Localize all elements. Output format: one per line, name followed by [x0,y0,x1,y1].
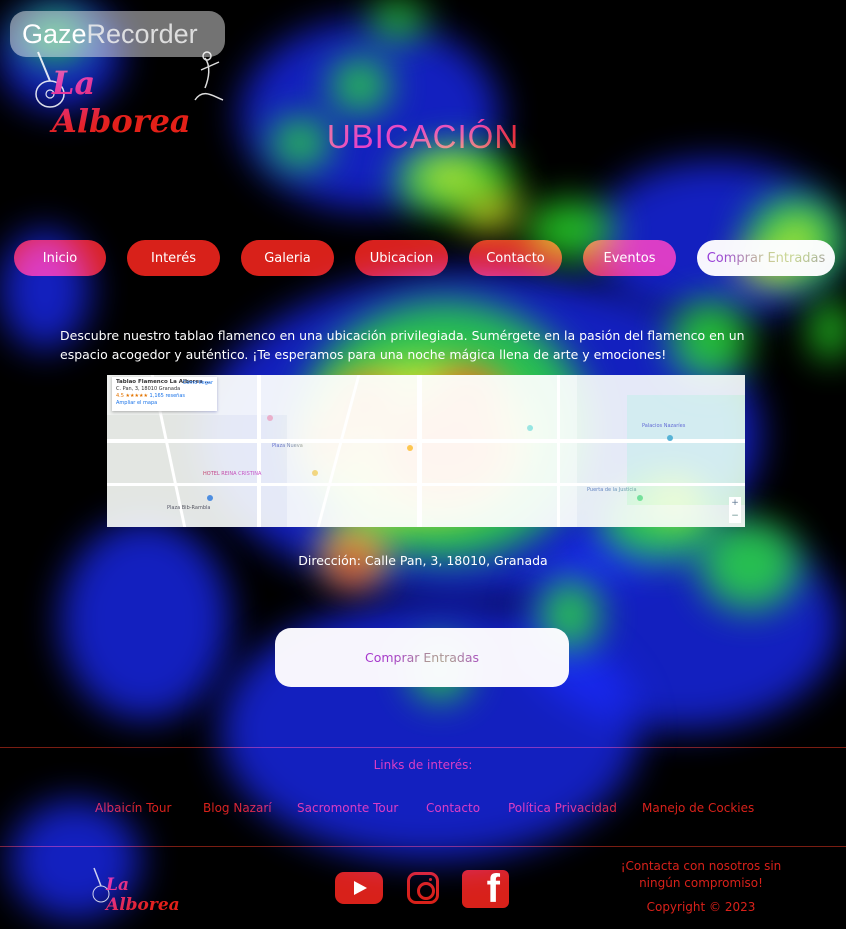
address-label: Dirección: [298,553,361,568]
buy-tickets-button[interactable]: Comprar Entradas [275,628,569,687]
footer-link-manejo-cookies[interactable]: Manejo de Cockies [642,801,754,815]
footer-link-albaicin-tour[interactable]: Albaicín Tour [95,801,171,815]
page-title: UBICACIÓN [326,118,520,155]
map-label: HOTEL REINA CRISTINA [203,471,262,477]
map-place-card: Tablao Flamenco La Alborea ... Cómo lleg… [112,377,217,411]
nav-galeria-button[interactable]: Galeria [241,240,334,276]
map-card-rating: 4.5 ★★★★★ [116,393,148,399]
map-pin [407,445,413,451]
map-zoom-control[interactable]: + − [729,497,741,523]
footer-link-sacromonte-tour[interactable]: Sacromonte Tour [297,801,398,815]
map-pin [637,495,643,501]
footer-link-contacto[interactable]: Contacto [426,801,480,815]
zoom-in-button[interactable]: + [729,497,741,510]
nav-interes-button[interactable]: Interés [127,240,220,276]
map-pin [312,470,318,476]
copyright: Copyright © 2023 [646,900,756,914]
map-pin [667,435,673,441]
footer-logo-text: La Alborea [106,875,180,915]
nav-contacto-button[interactable]: Contacto [469,240,562,276]
map-directions-link[interactable]: Cómo llegar [183,380,213,387]
address-value: Calle Pan, 3, 18010, Granada [364,553,548,568]
gazerecorder-watermark: Gaze Recorder [10,11,225,57]
map-pin [267,415,273,421]
watermark-recorder: Recorder [86,18,198,49]
address-line: Dirección: Calle Pan, 3, 18010, Granada [0,553,846,568]
map-label: Puerta de la Justicia [587,487,637,493]
zoom-out-button[interactable]: − [729,510,741,523]
contact-text: ¡Contacta con nosotros sin ningún compro… [620,859,782,890]
youtube-icon[interactable] [335,872,383,904]
nav-inicio-button[interactable]: Inicio [14,240,106,276]
map-label: Plaza Nueva [272,443,303,449]
footer-link-blog-nazari[interactable]: Blog Nazarí [203,801,272,815]
footer-logo[interactable]: La Alborea [90,865,205,915]
instagram-icon[interactable] [407,872,439,904]
embedded-map[interactable]: Plaza Nueva HOTEL REINA CRISTINA Plaza B… [107,375,745,527]
footer-link-politica-privacidad[interactable]: Política Privacidad [508,801,617,815]
map-label: Plaza Bib-Rambla [167,505,211,511]
footer-divider [0,747,846,748]
map-card-reviews[interactable]: 1,165 reseñas [150,393,185,399]
map-enlarge-link[interactable]: Ampliar el mapa [116,400,157,406]
intro-text: Descubre nuestro tablao flamenco en una … [60,328,745,362]
map-card-address: C. Pan, 3, 18010 Granada [116,386,181,392]
nav-eventos-button[interactable]: Eventos [583,240,676,276]
map-pin [527,425,533,431]
links-title: Links de interés: [373,758,473,772]
nav-comprar-entradas-button[interactable]: Comprar Entradas [697,240,835,276]
footer-divider [0,846,846,847]
map-pin [207,495,213,501]
watermark-gaze: Gaze [22,18,87,49]
map-label: Palacios Nazaríes [642,423,686,429]
facebook-icon[interactable]: f [462,870,509,908]
nav-ubicacion-button[interactable]: Ubicacion [355,240,448,276]
